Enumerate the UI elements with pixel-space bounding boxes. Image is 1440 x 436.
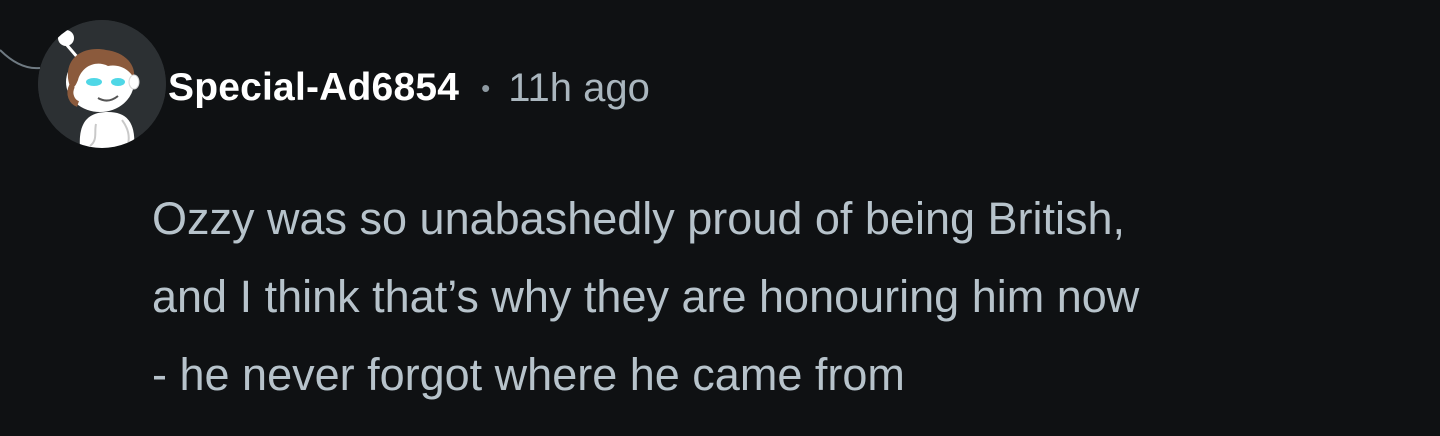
snoo-avatar-icon [38,20,166,148]
comment-body: Ozzy was so unabashedly proud of being B… [152,193,1140,400]
meta-separator: • [481,72,491,103]
timestamp: 11h ago [508,65,650,110]
username-link[interactable]: Special-Ad6854 [168,66,459,110]
user-avatar[interactable] [38,20,166,148]
comment: Special-Ad6854 • 11h ago Ozzy was so una… [0,0,1440,436]
comment-meta: Special-Ad6854 • 11h ago [168,58,650,118]
